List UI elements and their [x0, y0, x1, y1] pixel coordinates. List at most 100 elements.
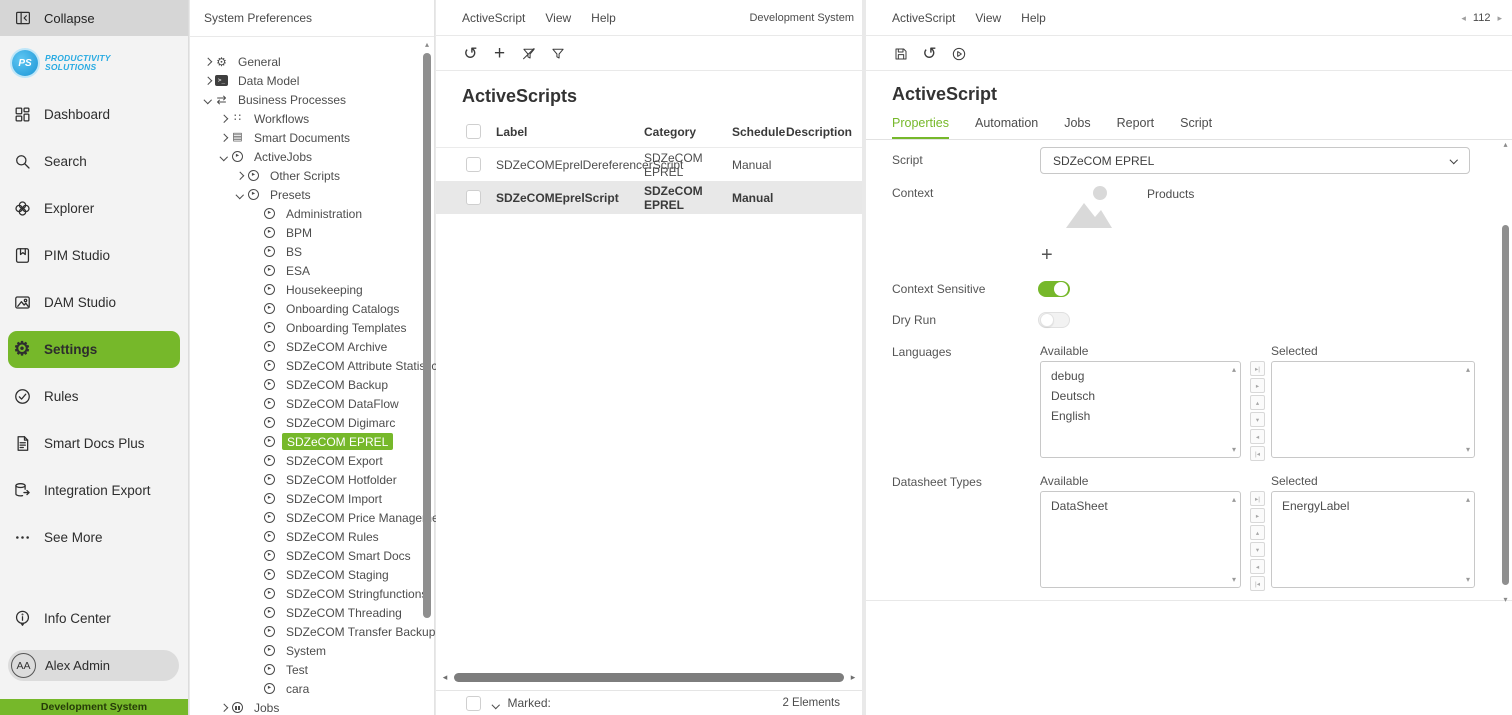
tree-item[interactable]: ▸ActiveJobs [190, 147, 422, 166]
move-right-button[interactable]: ▸ [1250, 378, 1265, 393]
chevron-right-icon[interactable] [202, 78, 214, 84]
scroll-down-icon[interactable]: ▾ [1466, 575, 1470, 584]
languages-available-listbox[interactable]: ▴ ▾ debugDeutschEnglish [1040, 361, 1241, 458]
tab-automation[interactable]: Automation [975, 116, 1038, 137]
sidebar-item-search[interactable]: Search [0, 138, 188, 185]
tree-item[interactable]: ▸SDZeCOM Attribute Statistics [190, 356, 422, 375]
sidebar-item-see-more[interactable]: See More [0, 514, 188, 561]
tree-item[interactable]: ▸SDZeCOM EPREL [190, 432, 422, 451]
move-down-button[interactable]: ▾ [1250, 542, 1265, 557]
languages-selected-listbox[interactable]: ▴ ▾ [1271, 361, 1475, 458]
move-all-left-button[interactable]: |◂ [1250, 576, 1265, 591]
tree-item[interactable]: ▸Housekeeping [190, 280, 422, 299]
chevron-down-icon[interactable] [493, 696, 499, 710]
dry-run-toggle[interactable] [1038, 312, 1070, 328]
move-left-button[interactable]: ◂ [1250, 559, 1265, 574]
script-dropdown[interactable]: SDZeCOM EPREL [1040, 147, 1470, 174]
scroll-up-icon[interactable]: ▴ [1232, 495, 1236, 504]
chevron-down-icon[interactable] [234, 192, 246, 198]
tree-item[interactable]: ▸SDZeCOM Transfer Backup [190, 622, 422, 641]
tree-item[interactable]: ▸SDZeCOM Rules [190, 527, 422, 546]
scroll-up-icon[interactable]: ▴ [1466, 365, 1470, 374]
tree-item[interactable]: ∷Workflows [190, 109, 422, 128]
menu-activescript[interactable]: ActiveScript [462, 11, 525, 25]
sidebar-item-info-center[interactable]: Info Center [0, 598, 188, 638]
scroll-left-icon[interactable]: ◂ [440, 672, 450, 683]
clear-filter-button[interactable] [520, 45, 537, 62]
add-context-button[interactable]: + [1041, 245, 1053, 265]
chevron-down-icon[interactable] [202, 97, 214, 103]
tree-item[interactable]: ▸SDZeCOM Smart Docs [190, 546, 422, 565]
tree-item[interactable]: ▸BPM [190, 223, 422, 242]
menu-activescript[interactable]: ActiveScript [892, 11, 955, 25]
refresh-button[interactable]: ↺ [462, 45, 479, 62]
menu-view[interactable]: View [545, 11, 571, 25]
row-checkbox[interactable] [466, 157, 481, 172]
table-row[interactable]: SDZeCOMEprelScriptSDZeCOM EPRELManual [436, 181, 862, 214]
tree-item[interactable]: ▸SDZeCOM Hotfolder [190, 470, 422, 489]
marked-checkbox[interactable] [466, 696, 481, 711]
row-checkbox[interactable] [466, 190, 481, 205]
scroll-up-icon[interactable]: ▴ [1232, 365, 1236, 374]
tree-item[interactable]: ▸SDZeCOM Export [190, 451, 422, 470]
table-row[interactable]: SDZeCOMEprelDereferencerScriptSDZeCOM EP… [436, 148, 862, 181]
scrollbar-thumb[interactable] [1502, 225, 1509, 585]
tree-item[interactable]: ▸System [190, 641, 422, 660]
tree-item[interactable]: ▸Presets [190, 185, 422, 204]
list-option[interactable]: DataSheet [1041, 496, 1240, 516]
add-button[interactable]: + [491, 45, 508, 62]
scrollbar-thumb[interactable] [423, 53, 431, 618]
column-description[interactable]: Description [786, 125, 862, 139]
column-label[interactable]: Label [481, 125, 644, 139]
list-option[interactable]: EnergyLabel [1272, 496, 1474, 516]
refresh-button[interactable]: ↺ [921, 45, 938, 62]
select-all-checkbox[interactable] [466, 124, 481, 139]
tree-item[interactable]: >_Data Model [190, 71, 422, 90]
tree-item[interactable]: ▸Onboarding Catalogs [190, 299, 422, 318]
tree-item[interactable]: ▤Smart Documents [190, 128, 422, 147]
menu-help[interactable]: Help [1021, 11, 1046, 25]
list-option[interactable]: English [1041, 406, 1240, 426]
column-category[interactable]: Category [644, 125, 732, 139]
next-record-icon[interactable]: ▸ [1497, 13, 1502, 24]
tab-script[interactable]: Script [1180, 116, 1212, 137]
tree-item[interactable]: ▸SDZeCOM Staging [190, 565, 422, 584]
tree-item[interactable]: ⚙General [190, 52, 422, 71]
chevron-right-icon[interactable] [218, 705, 230, 711]
run-button[interactable] [950, 45, 967, 62]
sidebar-item-dashboard[interactable]: Dashboard [0, 91, 188, 138]
column-schedule[interactable]: Schedule [732, 125, 786, 139]
move-down-button[interactable]: ▾ [1250, 412, 1265, 427]
horizontal-scrollbar[interactable]: ◂ ▸ [440, 671, 858, 683]
tab-report[interactable]: Report [1117, 116, 1155, 137]
sidebar-item-dam-studio[interactable]: DAM Studio [0, 279, 188, 326]
move-all-right-button[interactable]: ▸| [1250, 361, 1265, 376]
previous-record-icon[interactable]: ◂ [1461, 13, 1466, 24]
chevron-down-icon[interactable] [218, 154, 230, 160]
menu-view[interactable]: View [975, 11, 1001, 25]
sidebar-item-rules[interactable]: Rules [0, 373, 188, 420]
sidebar-item-settings[interactable]: ⚙Settings [8, 331, 180, 368]
tree-item[interactable]: ▸Onboarding Templates [190, 318, 422, 337]
collapse-button[interactable]: Collapse [0, 0, 188, 36]
tree-item[interactable]: ▸SDZeCOM Stringfunctions [190, 584, 422, 603]
user-menu[interactable]: AA Alex Admin [8, 650, 179, 681]
sidebar-item-integration-export[interactable]: Integration Export [0, 467, 188, 514]
chevron-right-icon[interactable] [218, 135, 230, 141]
move-all-right-button[interactable]: ▸| [1250, 491, 1265, 506]
tree-item[interactable]: ▸Other Scripts [190, 166, 422, 185]
chevron-right-icon[interactable] [202, 59, 214, 65]
scroll-down-icon[interactable]: ▾ [1466, 445, 1470, 454]
tree-item[interactable]: ▸SDZeCOM Digimarc [190, 413, 422, 432]
filter-button[interactable] [549, 45, 566, 62]
scrollbar-thumb[interactable] [454, 673, 844, 682]
move-up-button[interactable]: ▴ [1250, 395, 1265, 410]
tree-item[interactable]: ▸cara [190, 679, 422, 698]
move-up-button[interactable]: ▴ [1250, 525, 1265, 540]
menu-help[interactable]: Help [591, 11, 616, 25]
list-option[interactable]: debug [1041, 366, 1240, 386]
scroll-up-icon[interactable]: ▴ [1500, 140, 1511, 150]
tree-scrollbar[interactable]: ▴ [422, 40, 432, 715]
datasheet-available-listbox[interactable]: ▴ ▾ DataSheet [1040, 491, 1241, 588]
scroll-up-icon[interactable]: ▴ [1466, 495, 1470, 504]
